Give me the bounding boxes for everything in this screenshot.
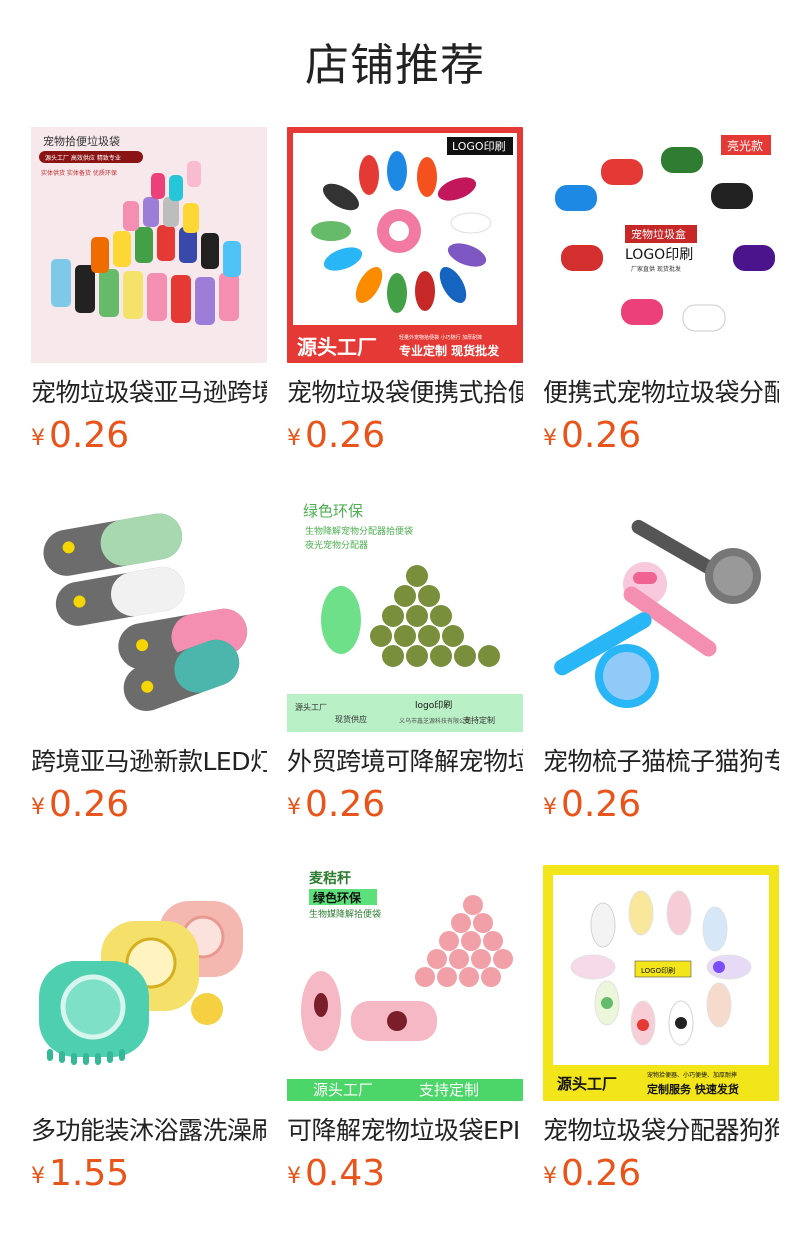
product-price: ¥0.26 xyxy=(543,415,779,456)
image-footer-left: 源头工厂 xyxy=(295,702,327,712)
image-caption: 绿色环保 xyxy=(313,890,362,905)
product-price: ¥0.43 xyxy=(287,1153,523,1194)
product-image[interactable] xyxy=(31,865,267,1101)
product-image[interactable]: 宠物拾便垃圾袋 源头工厂 高效供应 精致专业 实体供货 实体备货 优质环保 xyxy=(31,127,267,363)
currency-symbol: ¥ xyxy=(31,795,45,820)
image-headline: 绿色环保 xyxy=(303,502,363,520)
price-value: 0.26 xyxy=(561,1153,642,1194)
product-price: ¥0.26 xyxy=(31,415,267,456)
product-name[interactable]: 便携式宠物垃圾袋分配器 xyxy=(543,377,779,409)
product-card[interactable]: 宠物拾便垃圾袋 源头工厂 高效供应 精致专业 实体供货 实体备货 优质环保 宠物… xyxy=(31,127,267,496)
product-image[interactable]: LOGO印刷 源头工厂 宠物拾便器、小巧便捷、加厚耐摔 定制服务 快速发货 xyxy=(543,865,779,1101)
image-footer-left2: 现货供应 xyxy=(335,714,367,724)
image-label: 宠物垃圾盒 xyxy=(631,227,686,241)
recommend-page: 店铺推荐 宠物拾便垃圾袋 源头工厂 高效供应 精致专业 实体供货 实体备货 优质… xyxy=(0,0,790,1232)
product-image[interactable]: 亮光款 宠物垃圾盒 LOGO印刷 厂家直供 现货批发 xyxy=(543,127,779,363)
image-footer-right: 定制服务 快速发货 xyxy=(647,1082,739,1096)
currency-symbol: ¥ xyxy=(543,1164,557,1189)
image-banner-left: 源头工厂 xyxy=(297,335,377,359)
currency-symbol: ¥ xyxy=(287,426,301,451)
product-grid: 宠物拾便垃圾袋 源头工厂 高效供应 精致专业 实体供货 实体备货 优质环保 宠物… xyxy=(31,127,781,1234)
currency-symbol: ¥ xyxy=(543,426,557,451)
price-value: 0.43 xyxy=(305,1153,386,1194)
product-name[interactable]: 多功能装沐浴露洗澡刷 xyxy=(31,1115,267,1147)
currency-symbol: ¥ xyxy=(287,1164,301,1189)
image-footer-left: 源头工厂 xyxy=(557,1075,617,1093)
product-card[interactable]: 亮光款 宠物垃圾盒 LOGO印刷 厂家直供 现货批发 便携式宠物垃圾袋分配 ¥ … xyxy=(543,127,779,496)
image-headline: 宠物拾便垃圾袋 xyxy=(43,134,120,148)
product-card[interactable]: 宠物梳子猫梳子猫狗专用 ¥0.26 xyxy=(543,496,779,865)
product-card[interactable]: 跨境亚马逊新款LED灯 ¥0.26 xyxy=(31,496,267,865)
image-caption: 实体供货 实体备货 优质环保 xyxy=(41,169,117,177)
product-price: ¥0.26 xyxy=(543,784,779,825)
currency-symbol: ¥ xyxy=(543,795,557,820)
product-name[interactable]: 宠物垃圾袋亚马逊跨境 xyxy=(31,377,267,409)
product-image[interactable]: LOGO印刷 源头工厂 轻量外宠物拾便袋 小巧随行 加厚耐摔 专业定制 现货批发 xyxy=(287,127,523,363)
image-badge: 亮光款 xyxy=(727,138,763,153)
section-title: 店铺推荐 xyxy=(305,40,485,91)
price-value: 0.26 xyxy=(49,415,130,456)
image-footer-small: 义乌市鑫芝源科技有限公司 xyxy=(399,717,471,725)
image-footer-left: 源头工厂 xyxy=(313,1081,373,1099)
product-price: ¥0.26 xyxy=(543,1153,779,1194)
image-caption: 夜光宠物分配器 xyxy=(305,539,368,551)
product-card[interactable]: LOGO印刷 源头工厂 宠物拾便器、小巧便捷、加厚耐摔 定制服务 快速发货 宠物… xyxy=(543,865,779,1234)
product-image[interactable] xyxy=(31,496,267,732)
image-footer-mid: logo印刷 xyxy=(415,699,452,711)
product-name[interactable]: 可降解宠物垃圾袋EPI xyxy=(287,1115,523,1147)
currency-symbol: ¥ xyxy=(287,795,301,820)
image-banner-right: 专业定制 现货批发 xyxy=(399,343,500,358)
product-price: ¥0.26 xyxy=(287,415,523,456)
product-image[interactable]: 麦秸秆 绿色环保 生物媒降解拾便袋 源头工厂 支持定制 xyxy=(287,865,523,1101)
product-name[interactable]: 外贸跨境可降解宠物垃圾 xyxy=(287,746,523,778)
image-footer-right: 支持定制 xyxy=(463,715,495,725)
product-card[interactable]: 麦秸秆 绿色环保 生物媒降解拾便袋 源头工厂 支持定制 可降解宠物垃圾袋EPI … xyxy=(287,865,523,1234)
image-caption: 源头工厂 高效供应 精致专业 xyxy=(45,154,121,162)
image-footer-right: 支持定制 xyxy=(419,1081,479,1099)
product-price: ¥0.26 xyxy=(31,784,267,825)
image-footer-small: 宠物拾便器、小巧便捷、加厚耐摔 xyxy=(647,1071,737,1079)
price-value: 0.26 xyxy=(561,415,642,456)
product-name[interactable]: 宠物垃圾袋分配器狗狗 xyxy=(543,1115,779,1147)
product-card[interactable]: LOGO印刷 源头工厂 轻量外宠物拾便袋 小巧随行 加厚耐摔 专业定制 现货批发… xyxy=(287,127,523,496)
image-caption: 生物降解宠物分配器拾便袋 xyxy=(305,525,413,537)
product-card[interactable]: 多功能装沐浴露洗澡刷 ¥1.55 xyxy=(31,865,267,1234)
product-name[interactable]: 跨境亚马逊新款LED灯 xyxy=(31,746,267,778)
product-image[interactable] xyxy=(543,496,779,732)
image-badge: LOGO印刷 xyxy=(452,140,506,153)
price-value: 0.26 xyxy=(305,415,386,456)
image-logo-text: LOGO印刷 xyxy=(625,247,693,263)
product-card[interactable]: 绿色环保 生物降解宠物分配器拾便袋 夜光宠物分配器 源头工厂 现货供应 logo… xyxy=(287,496,523,865)
price-value: 0.26 xyxy=(305,784,386,825)
price-value: 0.26 xyxy=(49,784,130,825)
image-headline: 麦秸秆 xyxy=(309,870,351,887)
currency-symbol: ¥ xyxy=(31,1164,45,1189)
product-name[interactable]: 宠物梳子猫梳子猫狗专用 xyxy=(543,746,779,778)
product-price: ¥1.55 xyxy=(31,1153,267,1194)
price-value: 0.26 xyxy=(561,784,642,825)
currency-symbol: ¥ xyxy=(31,426,45,451)
image-caption: 生物媒降解拾便袋 xyxy=(309,908,381,920)
product-image[interactable]: 绿色环保 生物降解宠物分配器拾便袋 夜光宠物分配器 源头工厂 现货供应 logo… xyxy=(287,496,523,732)
product-price: ¥0.26 xyxy=(287,784,523,825)
price-value: 1.55 xyxy=(49,1153,130,1194)
image-label: LOGO印刷 xyxy=(641,967,675,975)
product-name[interactable]: 宠物垃圾袋便携式拾便 xyxy=(287,377,523,409)
image-banner-small: 轻量外宠物拾便袋 小巧随行 加厚耐摔 xyxy=(399,334,482,341)
image-caption: 厂家直供 现货批发 xyxy=(631,265,681,273)
